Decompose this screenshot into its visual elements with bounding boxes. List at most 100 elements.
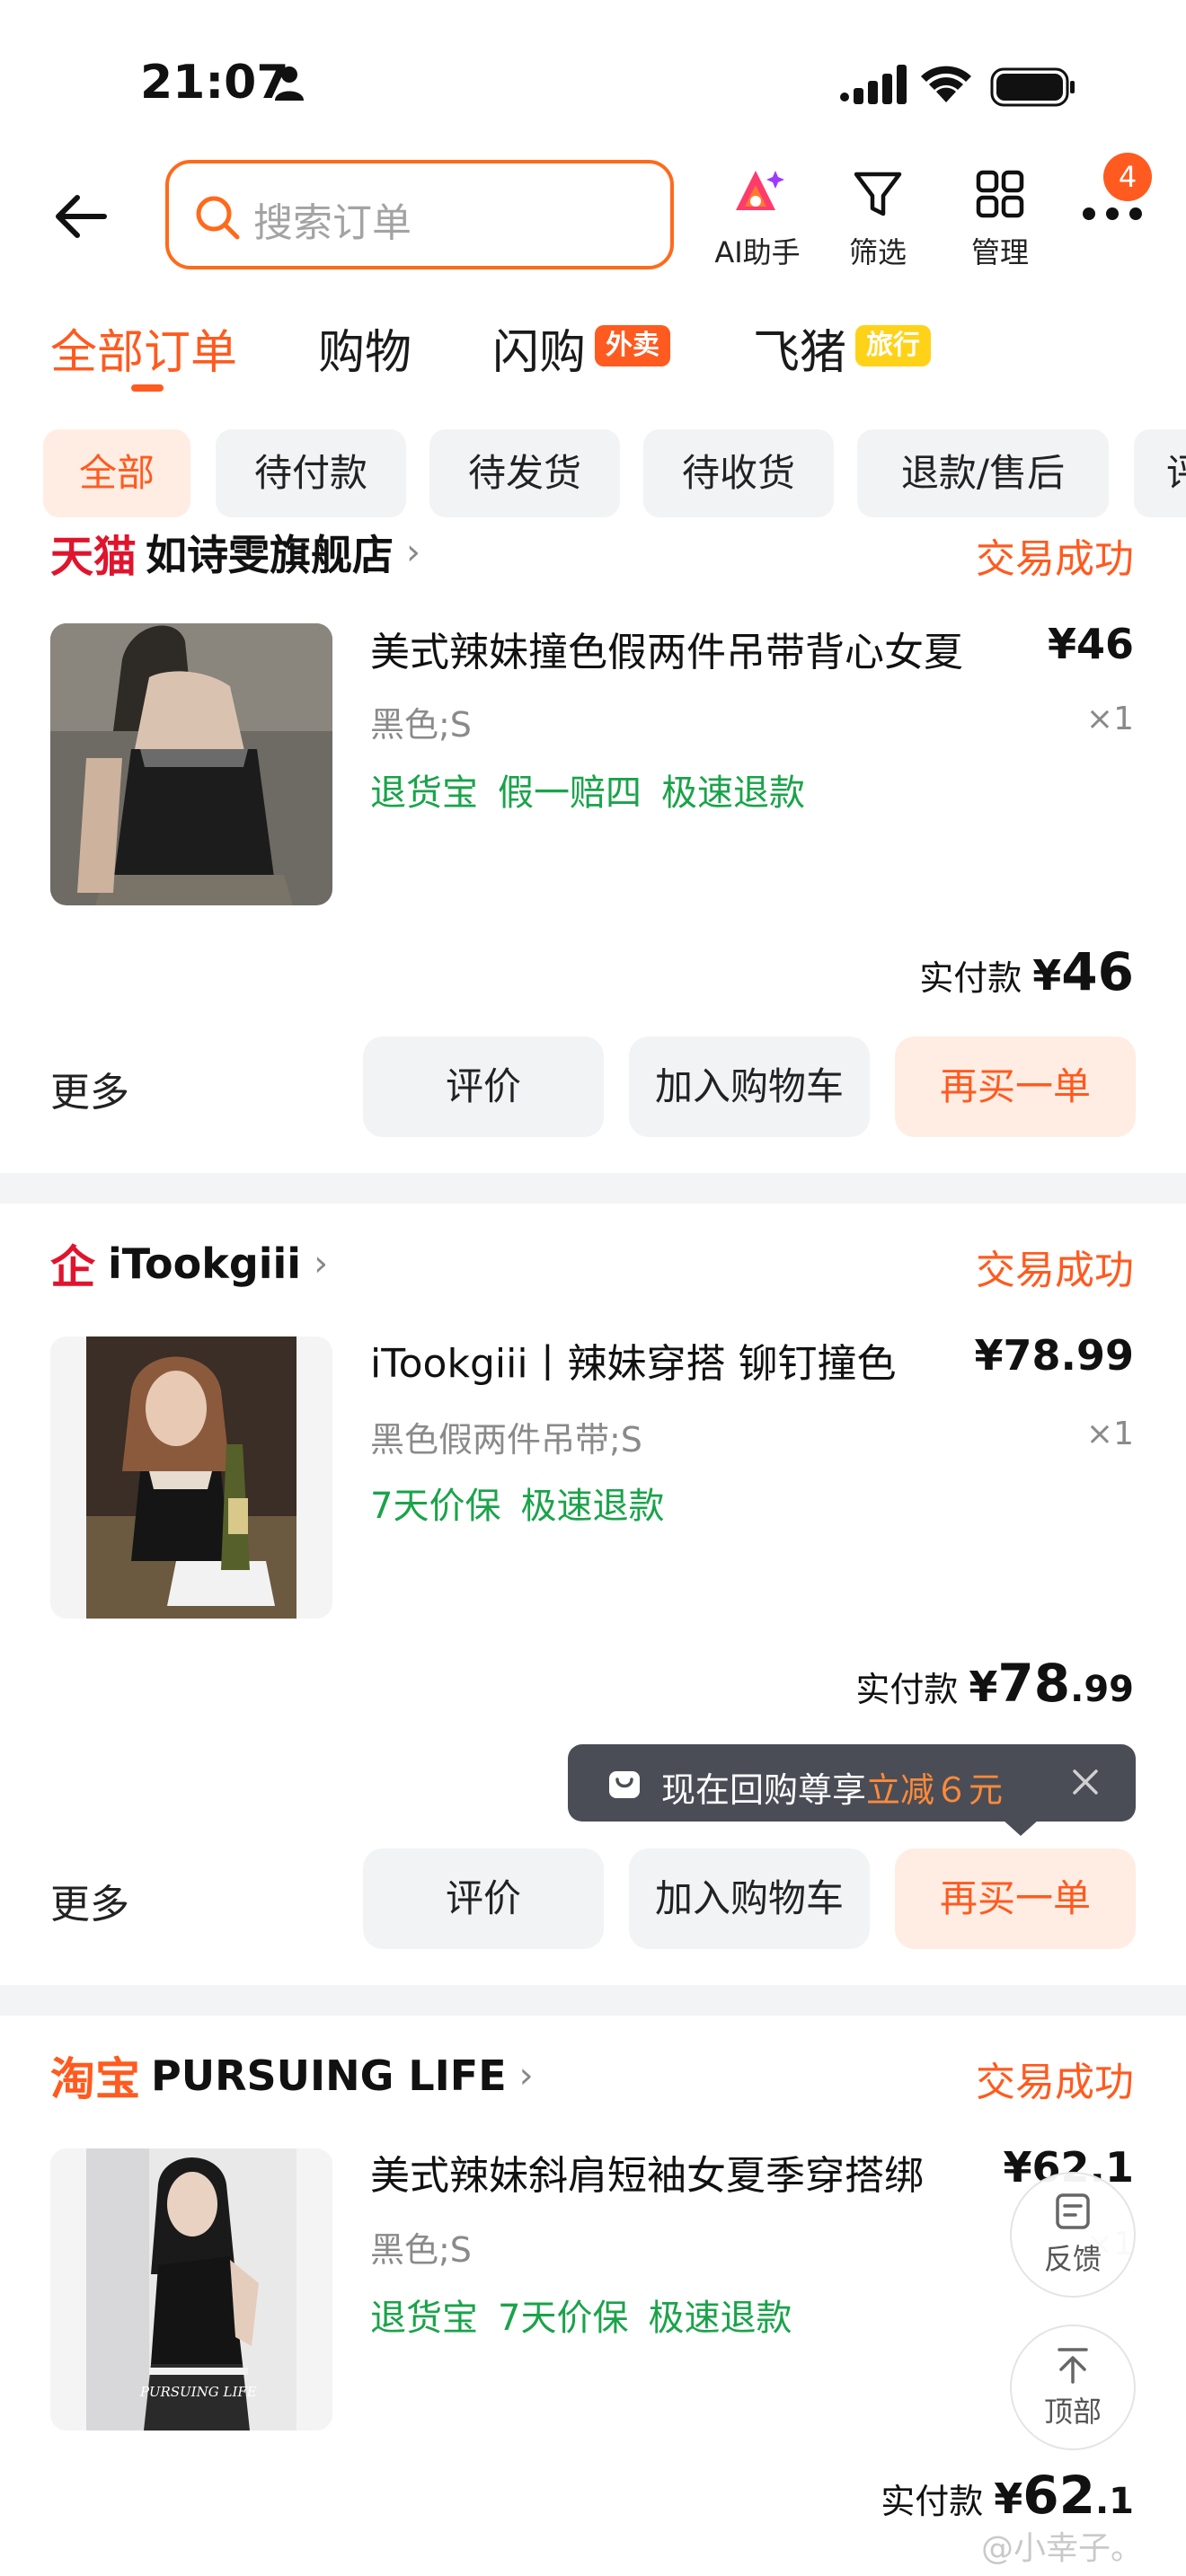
chip-pending-payment[interactable]: 待付款 (216, 429, 406, 517)
service-tag: 退货宝 (370, 772, 478, 814)
add-to-cart-button[interactable]: 加入购物车 (629, 1037, 870, 1137)
more-button[interactable]: 更多 (50, 1060, 129, 1117)
paid-label: 实付款 (881, 2482, 984, 2521)
feedback-icon (1056, 2193, 1090, 2229)
tooltip-discount: 立减６元 (866, 1770, 1004, 1810)
chip-refund-aftersale[interactable]: 退款/售后 (857, 429, 1109, 517)
product-spec: 黑色;S (370, 705, 472, 745)
takeout-tag: 外卖 (595, 325, 670, 366)
battery-icon (990, 67, 1075, 107)
review-button[interactable]: 评价 (363, 1037, 604, 1137)
tab-underline (131, 384, 164, 392)
paid-decimal: .99 (1070, 1669, 1134, 1710)
chip-all[interactable]: 全部 (43, 429, 190, 517)
product-quantity: ×1 (1085, 1416, 1134, 1452)
currency-symbol: ¥ (1032, 951, 1062, 1000)
paid-integer: 46 (1061, 941, 1134, 1002)
paid-label: 实付款 (919, 958, 1022, 998)
shop-header[interactable]: 企 iTookgiii › (50, 1232, 328, 1295)
rebuy-discount-tooltip[interactable]: 现在回购尊享立减６元 (568, 1744, 1136, 1822)
taobao-logo: 淘宝 (50, 2053, 140, 2105)
currency-symbol: ¥ (969, 1663, 998, 1711)
manage-label: 管理 (970, 235, 1029, 269)
buy-again-button[interactable]: 再买一单 (895, 1848, 1136, 1949)
travel-tag: 旅行 (855, 325, 931, 366)
shopping-bag-icon (609, 1771, 640, 1798)
thumbnail-watermark: PURSUING LIFE (140, 2384, 257, 2400)
add-to-cart-button[interactable]: 加入购物车 (629, 1848, 870, 1949)
chip-review[interactable]: 评 (1134, 429, 1186, 517)
funnel-icon (854, 172, 902, 216)
filter-button[interactable]: 筛选 (819, 165, 936, 273)
filter-label: 筛选 (848, 235, 907, 269)
weibo-watermark: @小幸子。 (981, 2530, 1144, 2567)
chip-pending-shipment[interactable]: 待发货 (429, 429, 620, 517)
back-arrow-icon[interactable] (50, 185, 113, 248)
tab-shopping[interactable]: 购物 (318, 314, 412, 382)
product-thumbnail[interactable] (50, 1337, 332, 1619)
paid-amount: 实付款 ¥46 (919, 941, 1134, 1002)
product-thumbnail[interactable] (50, 623, 332, 905)
grid-icon (976, 170, 1024, 218)
status-bar: 21:07 (0, 0, 1186, 162)
product-price: ¥46 (1047, 620, 1134, 668)
order-status: 交易成功 (976, 1248, 1134, 1293)
service-tag: 假一赔四 (498, 772, 642, 814)
tab-fliggy[interactable]: 飞猪 (753, 314, 846, 382)
enterprise-store-logo: 企 (50, 1241, 95, 1293)
review-button[interactable]: 评价 (363, 1848, 604, 1949)
order-separator (0, 1173, 1186, 1204)
service-tags: 退货宝 假一赔四 极速退款 (370, 763, 825, 816)
paid-integer: 78 (997, 1653, 1071, 1714)
wifi-icon (921, 66, 971, 102)
paid-decimal: .1 (1094, 2481, 1134, 2522)
more-button[interactable]: 更多 (50, 1872, 129, 1929)
service-tag: 退货宝 (370, 2298, 478, 2339)
close-icon[interactable] (1069, 1766, 1102, 1798)
paid-amount: 实付款 ¥62.1 (881, 2465, 1134, 2526)
service-tag: 极速退款 (520, 1486, 665, 1527)
shop-header[interactable]: 淘宝 PURSUING LIFE › (50, 2044, 534, 2107)
shop-name: 如诗雯旗舰店 (146, 531, 394, 579)
paid-label: 实付款 (855, 1670, 959, 1709)
manage-button[interactable]: 管理 (942, 165, 1058, 273)
order-status: 交易成功 (976, 536, 1134, 582)
product-spec: 黑色假两件吊带;S (370, 1420, 642, 1460)
ai-sparkle-icon (736, 171, 784, 210)
service-tag: 7天价保 (498, 2298, 629, 2339)
person-icon (275, 66, 304, 101)
ai-assistant-button[interactable]: AI助手 (699, 165, 816, 273)
arrow-up-icon (1058, 2348, 1088, 2384)
search-placeholder: 搜索订单 (253, 200, 412, 246)
tooltip-text: 现在回购尊享立减６元 (661, 1762, 1003, 1812)
order-separator (0, 1985, 1186, 2016)
service-tag: 7天价保 (370, 1486, 501, 1527)
search-icon (196, 196, 240, 240)
tab-all-orders[interactable]: 全部订单 (50, 314, 237, 382)
search-input[interactable]: 搜索订单 (165, 160, 674, 269)
chip-pending-receipt[interactable]: 待收货 (643, 429, 834, 517)
chevron-right-icon: › (518, 2055, 534, 2096)
paid-amount: 实付款 ¥78.99 (855, 1653, 1134, 1714)
product-title[interactable]: 美式辣妹撞色假两件吊带背心女夏 (370, 620, 981, 677)
feedback-label: 反馈 (1043, 2242, 1102, 2276)
service-tags: 7天价保 极速退款 (370, 1477, 684, 1529)
paid-integer: 62 (1022, 2465, 1095, 2526)
tooltip-arrow (1003, 1820, 1039, 1836)
feedback-button[interactable]: 反馈 (1010, 2172, 1136, 2298)
service-tag: 极速退款 (661, 772, 805, 814)
ai-assistant-label: AI助手 (714, 235, 801, 269)
service-tag: 极速退款 (648, 2298, 792, 2339)
product-thumbnail[interactable]: PURSUING LIFE (50, 2148, 332, 2430)
notification-badge: 4 (1103, 153, 1152, 201)
back-to-top-button[interactable]: 顶部 (1010, 2325, 1136, 2450)
product-title[interactable]: 美式辣妹斜肩短袖女夏季穿搭绑 (370, 2143, 981, 2201)
chevron-right-icon: › (406, 532, 421, 573)
tmall-logo: 天猫 (50, 532, 137, 582)
chevron-right-icon: › (314, 1243, 329, 1284)
service-tags: 退货宝 7天价保 极速退款 (370, 2289, 811, 2341)
shop-header[interactable]: 天猫 如诗雯旗舰店 › (50, 521, 420, 584)
tab-flash-buy[interactable]: 闪购 (492, 314, 586, 382)
product-title[interactable]: iTookgiii丨辣妹穿搭 铆钉撞色 (370, 1331, 945, 1389)
buy-again-button[interactable]: 再买一单 (895, 1037, 1136, 1137)
